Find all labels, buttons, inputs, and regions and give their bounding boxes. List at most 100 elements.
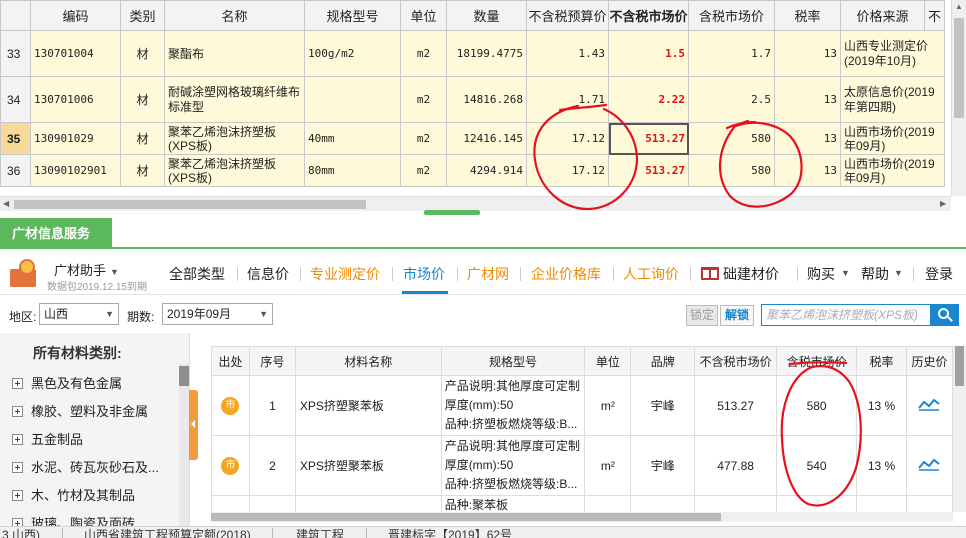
cell-market-price-ex-tax[interactable]: 1.5 (608, 30, 689, 77)
col-header-unit[interactable]: 单位 (584, 346, 632, 376)
cell-spec[interactable]: 80mm (304, 154, 401, 187)
history-trend-icon[interactable] (918, 457, 941, 471)
history-trend-icon[interactable] (918, 397, 941, 411)
cell-tax-rate[interactable]: 13 (774, 122, 841, 155)
cell-unit[interactable]: m2 (400, 154, 447, 187)
row-number[interactable]: 33 (0, 30, 31, 77)
tab-material-info-service[interactable]: 广材信息服务 (0, 218, 112, 249)
collapse-sidebar-handle[interactable] (189, 390, 198, 460)
table-row[interactable]: 市 1 XPS挤塑聚苯板 产品说明:其他厚度可定制 厚度(mm):50 品种:挤塑板… (211, 375, 953, 436)
expand-icon[interactable] (12, 378, 23, 389)
expand-icon[interactable] (12, 434, 23, 445)
cell-price-in-tax[interactable]: 580 (776, 375, 858, 436)
scroll-thumb[interactable] (14, 200, 366, 209)
row-number[interactable]: 35 (0, 122, 31, 155)
expand-icon[interactable] (12, 462, 23, 473)
nav-manual-inquiry[interactable]: 人工询价 (623, 264, 679, 284)
cell-market-price-in-tax[interactable]: 1.7 (688, 30, 775, 77)
row-number[interactable]: 36 (0, 154, 31, 187)
cell-spec[interactable]: 40mm (304, 122, 401, 155)
results-horizontal-scrollbar[interactable] (211, 512, 953, 522)
col-header-name[interactable]: 名称 (164, 0, 305, 31)
category-item[interactable]: 黑色及有色金属 (12, 373, 122, 392)
cell-unit[interactable]: m2 (400, 122, 447, 155)
cell-price-ex-tax[interactable]: 513.27 (694, 375, 778, 436)
col-header-spec[interactable]: 规格型号 (440, 346, 586, 376)
cell-spec[interactable]: 品种:聚苯板 (440, 495, 586, 512)
cell-market-price-in-tax[interactable]: 580 (688, 122, 775, 155)
cell-unit[interactable]: m2 (400, 76, 447, 123)
nav-login[interactable]: 登录 (925, 264, 953, 284)
cell-market-price-ex-tax-selected[interactable]: 513.27 (608, 122, 689, 155)
nav-professional-price[interactable]: 专业测定价 (310, 264, 380, 284)
cell-type[interactable]: 材 (120, 76, 165, 123)
nav-all-types[interactable]: 全部类型 (169, 264, 225, 284)
category-scrollbar[interactable] (179, 364, 189, 538)
category-item[interactable]: 橡胶、塑料及非金属 (12, 401, 148, 420)
col-header-material-name[interactable]: 材料名称 (294, 346, 442, 376)
col-header-tax-rate[interactable]: 税率 (856, 346, 907, 376)
cell-qty[interactable]: 4294.914 (446, 154, 527, 187)
nav-help[interactable]: 帮助 (861, 264, 889, 284)
scroll-up-arrow-icon[interactable]: ▲ (955, 2, 963, 11)
grid-vertical-scrollbar[interactable]: ▲ (951, 0, 966, 196)
col-header-market-price-ex-tax[interactable]: 不含税市场价 (608, 0, 689, 31)
cell-tax-rate[interactable]: 13 (774, 76, 841, 123)
cell-budget-price[interactable]: 17.12 (526, 122, 609, 155)
cell-market-price-in-tax[interactable]: 580 (688, 154, 775, 187)
cell-spec[interactable]: 100g/m2 (304, 30, 401, 77)
assistant-menu[interactable]: 广材助手 ▼ (54, 260, 119, 279)
nav-info-price[interactable]: 信息价 (247, 264, 289, 284)
row-number[interactable]: 34 (0, 76, 31, 123)
search-input[interactable]: 聚苯乙烯泡沫挤塑板(XPS板) (761, 304, 931, 326)
cell-price-ex-tax[interactable]: 477.88 (694, 435, 778, 496)
region-select[interactable]: 山西 ▼ (39, 303, 119, 325)
scroll-left-arrow-icon[interactable]: ◀ (3, 199, 9, 208)
category-item[interactable]: 五金制品 (12, 429, 83, 448)
col-header-source[interactable]: 出处 (211, 346, 250, 376)
table-row[interactable]: 品种:聚苯板 (211, 495, 953, 512)
nav-purchase[interactable]: 购买 (807, 264, 835, 284)
col-header-budget-price[interactable]: 不含税预算价 (526, 0, 609, 31)
col-header-unit[interactable]: 单位 (400, 0, 447, 31)
col-header-price-in-tax[interactable]: 含税市场价 (776, 346, 858, 376)
nav-base-material-price[interactable]: 础建材价 (723, 264, 779, 284)
cell-code[interactable]: 130901029 (30, 122, 121, 155)
table-row[interactable]: 34 130701006 材 耐碱涂塑网格玻璃纤维布标准型 m2 14816.2… (0, 76, 945, 123)
category-item[interactable]: 木、竹材及其制品 (12, 485, 135, 504)
cell-tax-rate[interactable]: 13 (774, 30, 841, 77)
col-header-qty[interactable]: 数量 (446, 0, 527, 31)
results-vertical-scrollbar[interactable] (953, 346, 966, 512)
col-header-code[interactable]: 编码 (30, 0, 121, 31)
table-row[interactable]: 33 130701004 材 聚酯布 100g/m2 m2 18199.4775… (0, 30, 945, 77)
search-button[interactable] (931, 304, 959, 326)
col-header-history[interactable]: 历史价 (905, 346, 953, 376)
cell-unit[interactable]: m² (584, 375, 632, 436)
cell-type[interactable]: 材 (120, 154, 165, 187)
nav-market-price[interactable]: 市场价 (403, 264, 445, 284)
cell-code[interactable]: 130701006 (30, 76, 121, 123)
col-header-brand[interactable]: 品牌 (630, 346, 696, 376)
col-header-truncated[interactable]: 不 (924, 0, 945, 31)
col-header-tax-rate[interactable]: 税率 (774, 0, 841, 31)
cell-price-source[interactable]: 山西专业测定价(2019年10月) (840, 30, 945, 77)
col-header-no[interactable]: 序号 (248, 346, 296, 376)
cell-name[interactable]: 聚苯乙烯泡沫挤塑板(XPS板) (164, 154, 305, 187)
cell-no[interactable]: 2 (248, 435, 296, 496)
cell-brand[interactable]: 宇峰 (630, 435, 696, 496)
panel-splitter-handle[interactable] (424, 210, 480, 215)
cell-price-in-tax[interactable]: 540 (776, 435, 858, 496)
cell-type[interactable]: 材 (120, 122, 165, 155)
cell-type[interactable]: 材 (120, 30, 165, 77)
cell-brand[interactable]: 宇峰 (630, 375, 696, 436)
table-row-selected[interactable]: 35 130901029 材 聚苯乙烯泡沫挤塑板(XPS板) 40mm m2 1… (0, 122, 945, 155)
cell-spec[interactable]: 产品说明:其他厚度可定制 厚度(mm):50 品种:挤塑板燃烧等级:B... (440, 375, 586, 436)
cell-spec[interactable] (304, 76, 401, 123)
cell-market-price-ex-tax[interactable]: 2.22 (608, 76, 689, 123)
cell-budget-price[interactable]: 1.71 (526, 76, 609, 123)
cell-market-price-in-tax[interactable]: 2.5 (688, 76, 775, 123)
cell-code[interactable]: 130701004 (30, 30, 121, 77)
table-row[interactable]: 市 2 XPS挤塑聚苯板 产品说明:其他厚度可定制 厚度(mm):50 品种:挤塑板… (211, 435, 953, 496)
cell-budget-price[interactable]: 17.12 (526, 154, 609, 187)
period-select[interactable]: 2019年09月 ▼ (162, 303, 273, 325)
